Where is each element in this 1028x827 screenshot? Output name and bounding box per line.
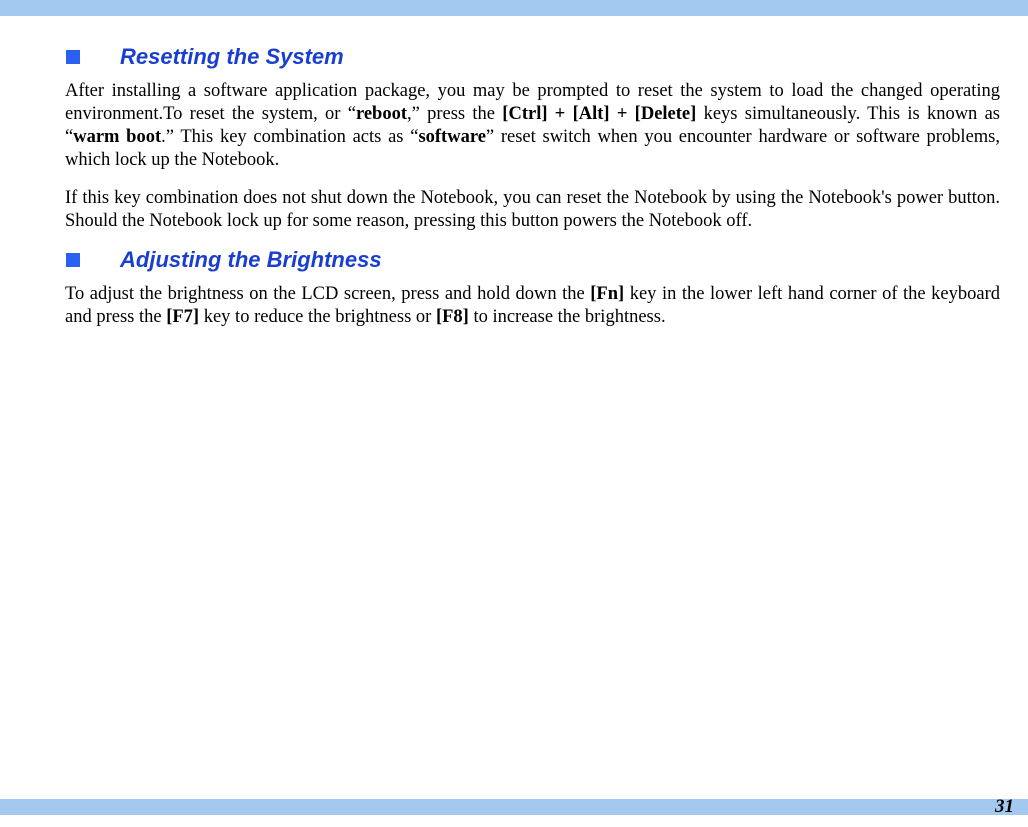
page-number: 31 <box>995 796 1014 818</box>
paragraph: To adjust the brightness on the LCD scre… <box>65 283 1000 329</box>
section-heading-resetting: Resetting the System <box>28 44 1000 70</box>
top-decorative-bar <box>0 0 1028 16</box>
bold-text: [Ctrl] + [Alt] + [Delete] <box>502 104 696 124</box>
heading-text: Resetting the System <box>120 44 344 70</box>
bold-text: software <box>418 127 485 147</box>
paragraph: After installing a software application … <box>65 80 1000 173</box>
square-bullet-icon <box>66 253 80 267</box>
bottom-decorative-bar: 31 <box>0 799 1028 815</box>
bold-text: warm boot <box>73 127 161 147</box>
section-heading-brightness: Adjusting the Brightness <box>28 247 1000 273</box>
page-content: Resetting the System After installing a … <box>0 16 1028 329</box>
bold-text: reboot <box>356 104 407 124</box>
paragraph: If this key combination does not shut do… <box>65 187 1000 233</box>
square-bullet-icon <box>66 50 80 64</box>
bold-text: [F7] <box>166 307 199 327</box>
bold-text: [F8] <box>436 307 469 327</box>
bold-text: [Fn] <box>590 284 624 304</box>
heading-text: Adjusting the Brightness <box>120 247 382 273</box>
